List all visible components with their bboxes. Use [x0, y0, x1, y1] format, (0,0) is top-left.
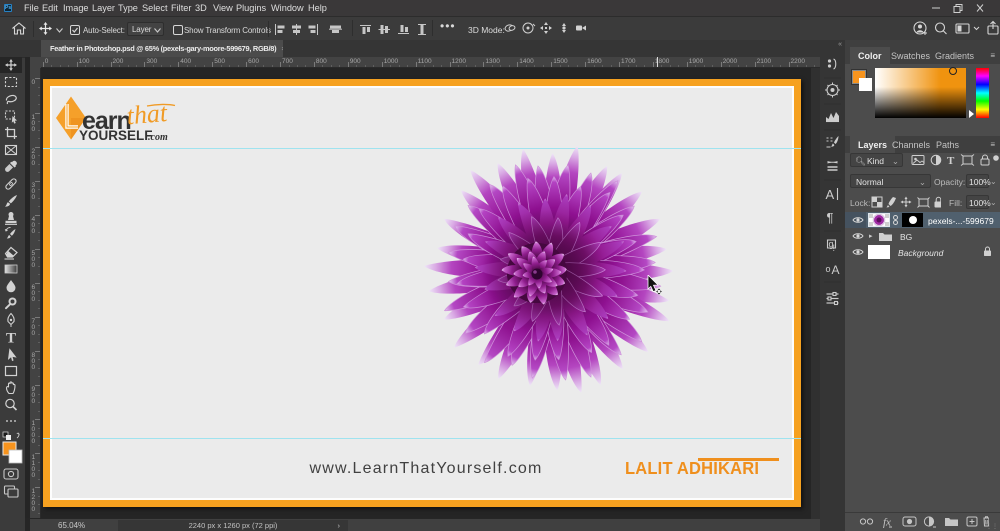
svg-text:¶: ¶ — [827, 210, 834, 225]
svg-text:YOURSELF: YOURSELF — [79, 128, 153, 143]
svg-text:that: that — [125, 98, 169, 130]
svg-text:o: o — [826, 264, 831, 274]
svg-text:T: T — [6, 330, 16, 346]
svg-text:A: A — [832, 263, 840, 277]
svg-text:.com: .com — [148, 132, 168, 143]
svg-text:!: ! — [833, 243, 836, 253]
svg-text:fx: fx — [883, 517, 891, 529]
svg-text:A: A — [826, 187, 835, 202]
